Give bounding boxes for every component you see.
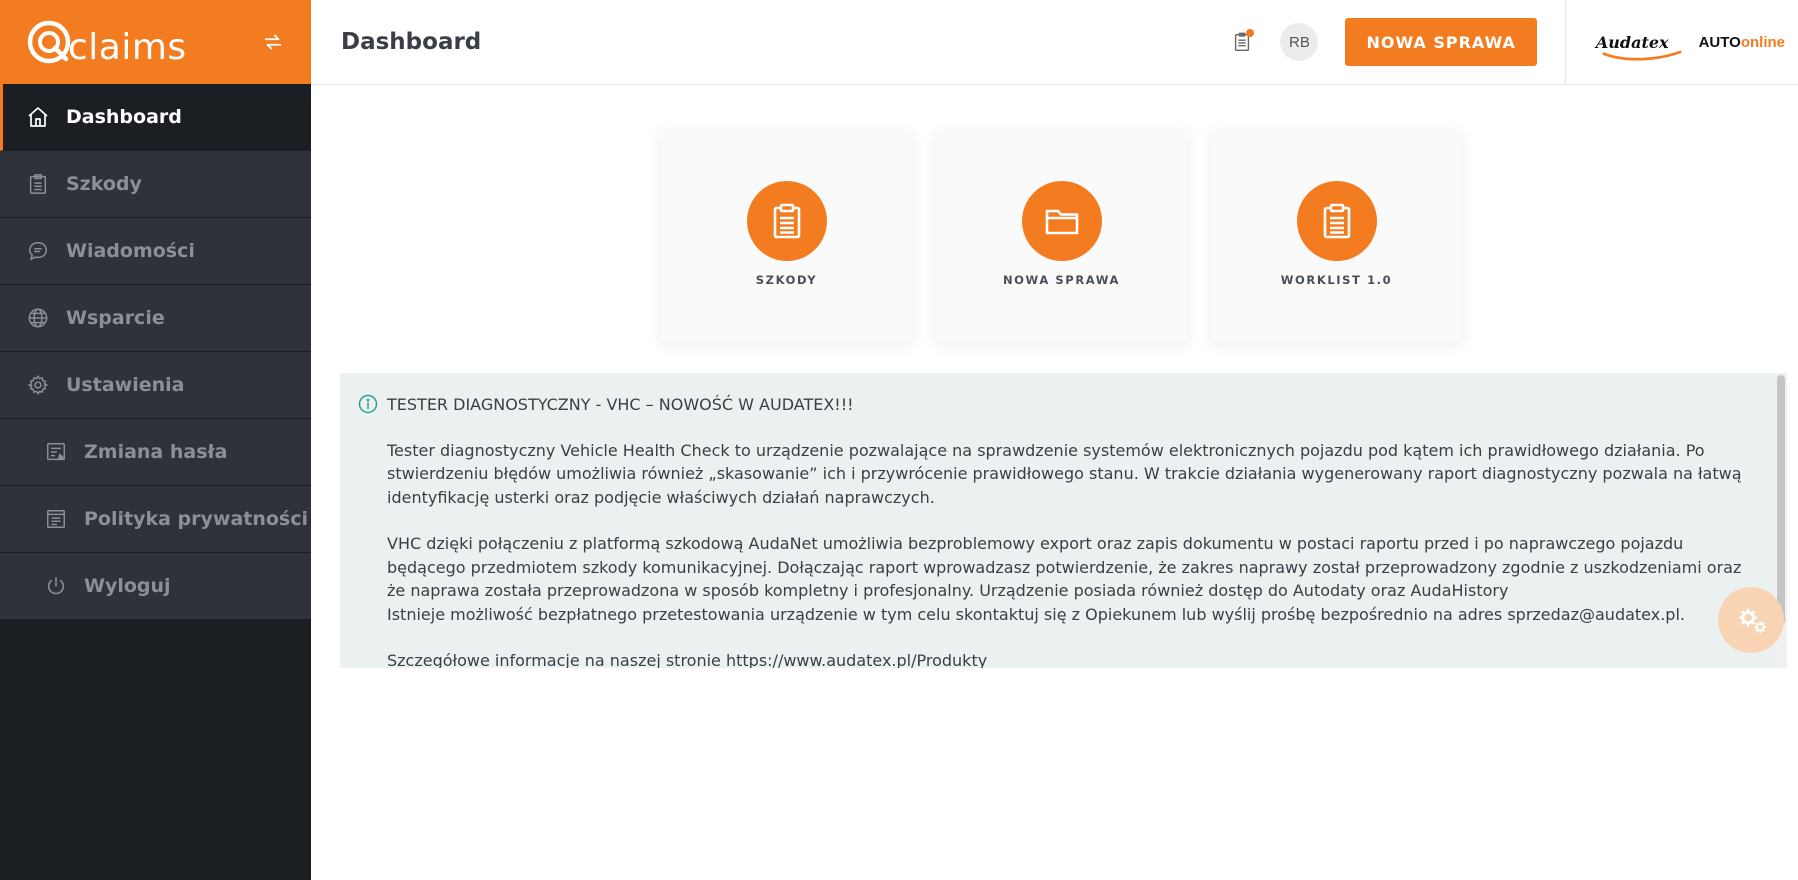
claims-logo-icon <box>27 20 71 64</box>
clipboard-icon <box>1296 181 1377 261</box>
sidebar: claims Dashboard Szkody Wiadomości Wspar… <box>0 0 311 880</box>
scrollbar-thumb[interactable] <box>1777 375 1785 625</box>
tile-worklist[interactable]: WORKLIST 1.0 <box>1211 131 1462 343</box>
password-form-icon <box>44 440 68 464</box>
page-title: Dashboard <box>341 29 482 55</box>
info-paragraph: Tester diagnostyczny Vehicle Health Chec… <box>387 440 1742 507</box>
info-panel: TESTER DIAGNOSTYCZNY - VHC – NOWOŚĆ W AU… <box>340 373 1775 668</box>
autoonline-logo: AUTOonline <box>1699 34 1785 51</box>
chat-icon <box>26 239 50 263</box>
sidebar-item-label: Wyloguj <box>84 575 171 597</box>
claims-logo[interactable]: claims <box>26 17 187 68</box>
sidebar-item-wsparcie[interactable]: Wsparcie <box>0 285 311 352</box>
gears-icon <box>1739 608 1767 634</box>
autoonline-logo-auto: AUTO <box>1698 33 1741 51</box>
tile-label: WORKLIST 1.0 <box>1280 273 1393 287</box>
sidebar-item-label: Dashboard <box>66 106 182 128</box>
swap-icon[interactable] <box>261 30 285 54</box>
brand-bar: claims <box>0 0 311 84</box>
sidebar-item-ustawienia[interactable]: Ustawienia <box>0 352 311 419</box>
swoosh-icon <box>1602 50 1682 61</box>
sidebar-item-label: Polityka prywatności <box>84 508 309 530</box>
tile-nowa-sprawa[interactable]: NOWA SPRAWA <box>936 131 1187 343</box>
folder-icon <box>1021 181 1102 261</box>
sidebar-item-label: Wiadomości <box>66 240 195 262</box>
info-icon <box>358 394 378 414</box>
info-link-paragraph[interactable]: Szczegółowe informacje na naszej stronie… <box>387 649 1759 668</box>
sidebar-item-wyloguj[interactable]: Wyloguj <box>0 553 311 620</box>
settings-fab[interactable] <box>1718 587 1784 653</box>
info-title: TESTER DIAGNOSTYCZNY - VHC – NOWOŚĆ W AU… <box>387 395 854 414</box>
sidebar-item-label: Zmiana hasła <box>84 441 228 463</box>
globe-icon <box>26 306 50 330</box>
new-case-button[interactable]: NOWA SPRAWA <box>1345 18 1537 66</box>
gear-icon <box>26 373 50 397</box>
clipboard-icon <box>746 181 827 261</box>
info-paragraph: VHC dzięki połączeniu z platformą szkodo… <box>387 534 1742 600</box>
sidebar-item-zmiana-hasla[interactable]: Zmiana hasła <box>0 419 311 486</box>
power-icon <box>44 574 68 598</box>
tile-label: SZKODY <box>755 273 818 287</box>
tile-szkody[interactable]: SZKODY <box>661 131 912 343</box>
home-icon <box>26 105 50 129</box>
sidebar-item-label: Wsparcie <box>66 307 165 329</box>
sidebar-item-dashboard[interactable]: Dashboard <box>0 84 311 151</box>
sidebar-item-wiadomosci[interactable]: Wiadomości <box>0 218 311 285</box>
sidebar-item-label: Ustawienia <box>66 374 185 396</box>
sidebar-item-label: Szkody <box>66 173 142 195</box>
header-actions: RB NOWA SPRAWA Audatex AUTOonline <box>1228 0 1798 84</box>
notifications-button[interactable] <box>1228 28 1256 56</box>
tile-label: NOWA SPRAWA <box>1002 273 1121 287</box>
info-paragraph: Istnieje możliwość bezpłatnego przetesto… <box>387 604 1685 624</box>
audatex-logo: Audatex <box>1596 33 1682 61</box>
autoonline-logo-online: online <box>1740 33 1785 51</box>
top-header: Dashboard RB NOWA SPRAWA Audatex AUTOonl… <box>311 0 1798 85</box>
avatar[interactable]: RB <box>1280 23 1319 61</box>
partner-logos: Audatex AUTOonline <box>1566 0 1798 84</box>
logo-text: claims <box>68 26 187 68</box>
clipboard-icon <box>26 172 50 196</box>
dashboard-tiles: SZKODY NOWA SPRAWA WORKLIST 1.0 <box>661 131 1486 343</box>
sidebar-item-szkody[interactable]: Szkody <box>0 151 311 218</box>
document-icon <box>44 507 68 531</box>
sidebar-item-polityka-prywatnosci[interactable]: Polityka prywatności <box>0 486 311 553</box>
